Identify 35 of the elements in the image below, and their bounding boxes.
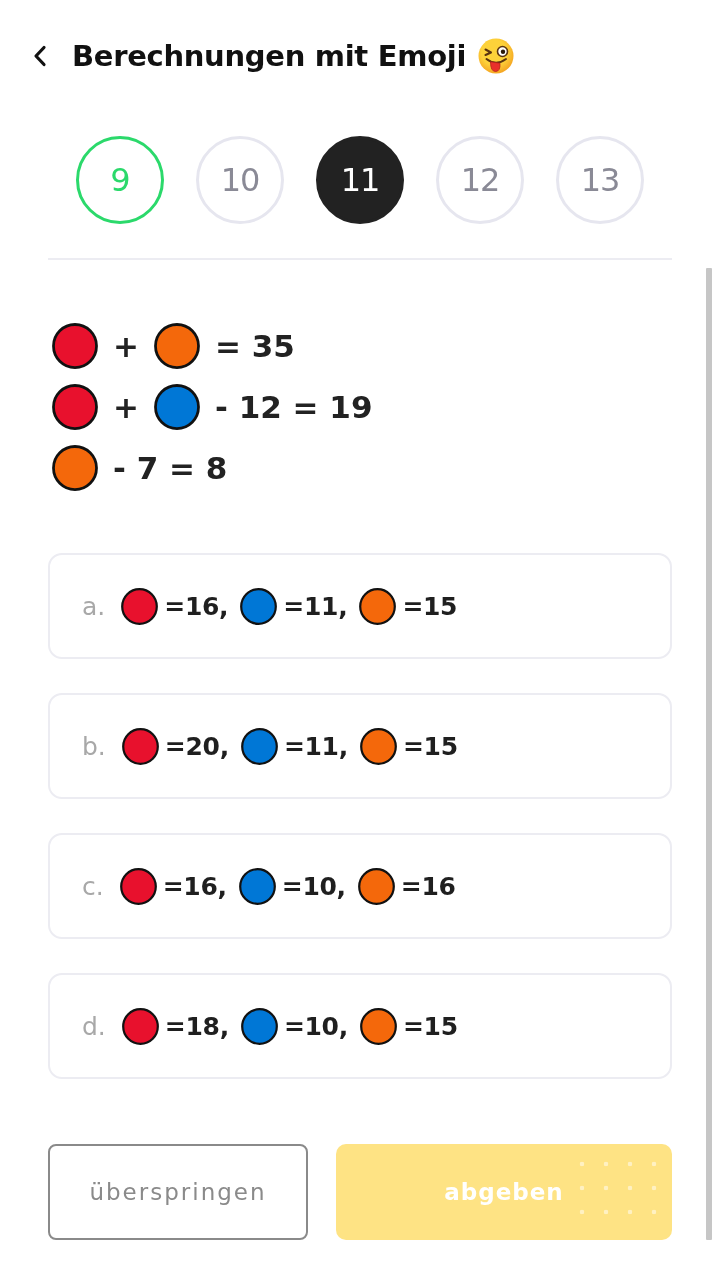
question-number-tab[interactable]: 13 bbox=[556, 136, 644, 224]
value-label: =15 bbox=[402, 591, 458, 621]
answer-option[interactable]: d. =18, =10, =15 bbox=[48, 973, 672, 1079]
skip-button[interactable]: überspringen bbox=[48, 1144, 308, 1240]
option-letter: b. bbox=[82, 731, 106, 761]
scrollbar[interactable] bbox=[706, 268, 712, 1240]
value-label: =16, bbox=[164, 591, 229, 621]
value-label: =10, bbox=[281, 871, 346, 901]
winking-tongue-face-icon bbox=[478, 38, 515, 74]
question-number-tab[interactable]: 11 bbox=[316, 136, 404, 224]
answer-option[interactable]: a. =16, =11, =15 bbox=[48, 553, 672, 659]
question-number-tab[interactable]: 10 bbox=[196, 136, 284, 224]
value-label: =18, bbox=[164, 1011, 229, 1041]
value-label: =15 bbox=[402, 731, 458, 761]
equation-text: - 7 = 8 bbox=[113, 449, 228, 486]
value-label: =15 bbox=[402, 1011, 458, 1041]
equation-text: - 12 = 19 bbox=[215, 388, 373, 425]
value-label: =10, bbox=[283, 1011, 348, 1041]
answer-option[interactable]: b. =20, =11, =15 bbox=[48, 693, 672, 799]
equation-text: + bbox=[113, 327, 139, 364]
option-letter: a. bbox=[82, 591, 106, 621]
question-number-tab[interactable]: 9 bbox=[76, 136, 164, 224]
chevron-left-icon bbox=[33, 45, 47, 67]
value-label: =16 bbox=[400, 871, 456, 901]
option-letter: c. bbox=[82, 871, 104, 901]
value-label: =20, bbox=[164, 731, 229, 761]
page-title: Berechnungen mit Emoji bbox=[72, 39, 467, 73]
equation-text: + bbox=[113, 388, 139, 425]
value-label: =11, bbox=[283, 591, 348, 621]
answer-option[interactable]: c. =16, =10, =16 bbox=[48, 833, 672, 939]
equation-text: = 35 bbox=[215, 327, 295, 364]
value-label: =16, bbox=[162, 871, 227, 901]
question-number-tab[interactable]: 12 bbox=[436, 136, 524, 224]
option-letter: d. bbox=[82, 1011, 106, 1041]
value-label: =11, bbox=[283, 731, 348, 761]
